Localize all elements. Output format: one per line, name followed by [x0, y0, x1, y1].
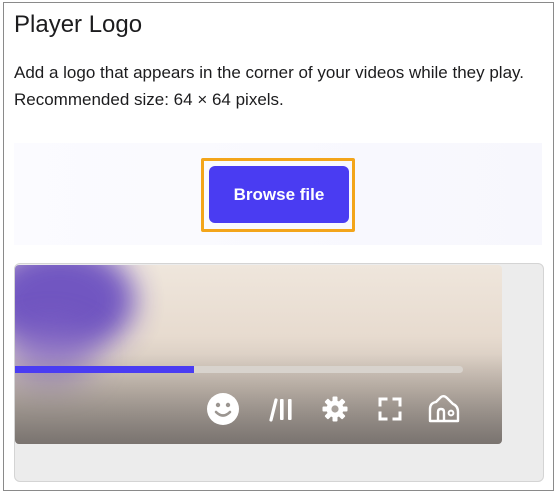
- section-description: Add a logo that appears in the corner of…: [14, 63, 524, 109]
- section-title: Player Logo: [14, 11, 143, 38]
- pause-icon[interactable]: [262, 391, 298, 427]
- player-logo-panel: Player Logo Add a logo that appears in t…: [3, 2, 554, 491]
- logo-placeholder-icon[interactable]: [426, 391, 462, 427]
- browse-file-button[interactable]: Browse file: [209, 166, 349, 223]
- video-preview: [15, 265, 502, 444]
- progress-bar[interactable]: [15, 366, 463, 373]
- gear-icon[interactable]: [317, 391, 353, 427]
- smiley-icon[interactable]: [205, 391, 241, 427]
- fullscreen-icon[interactable]: [372, 391, 408, 427]
- progress-fill: [15, 366, 195, 373]
